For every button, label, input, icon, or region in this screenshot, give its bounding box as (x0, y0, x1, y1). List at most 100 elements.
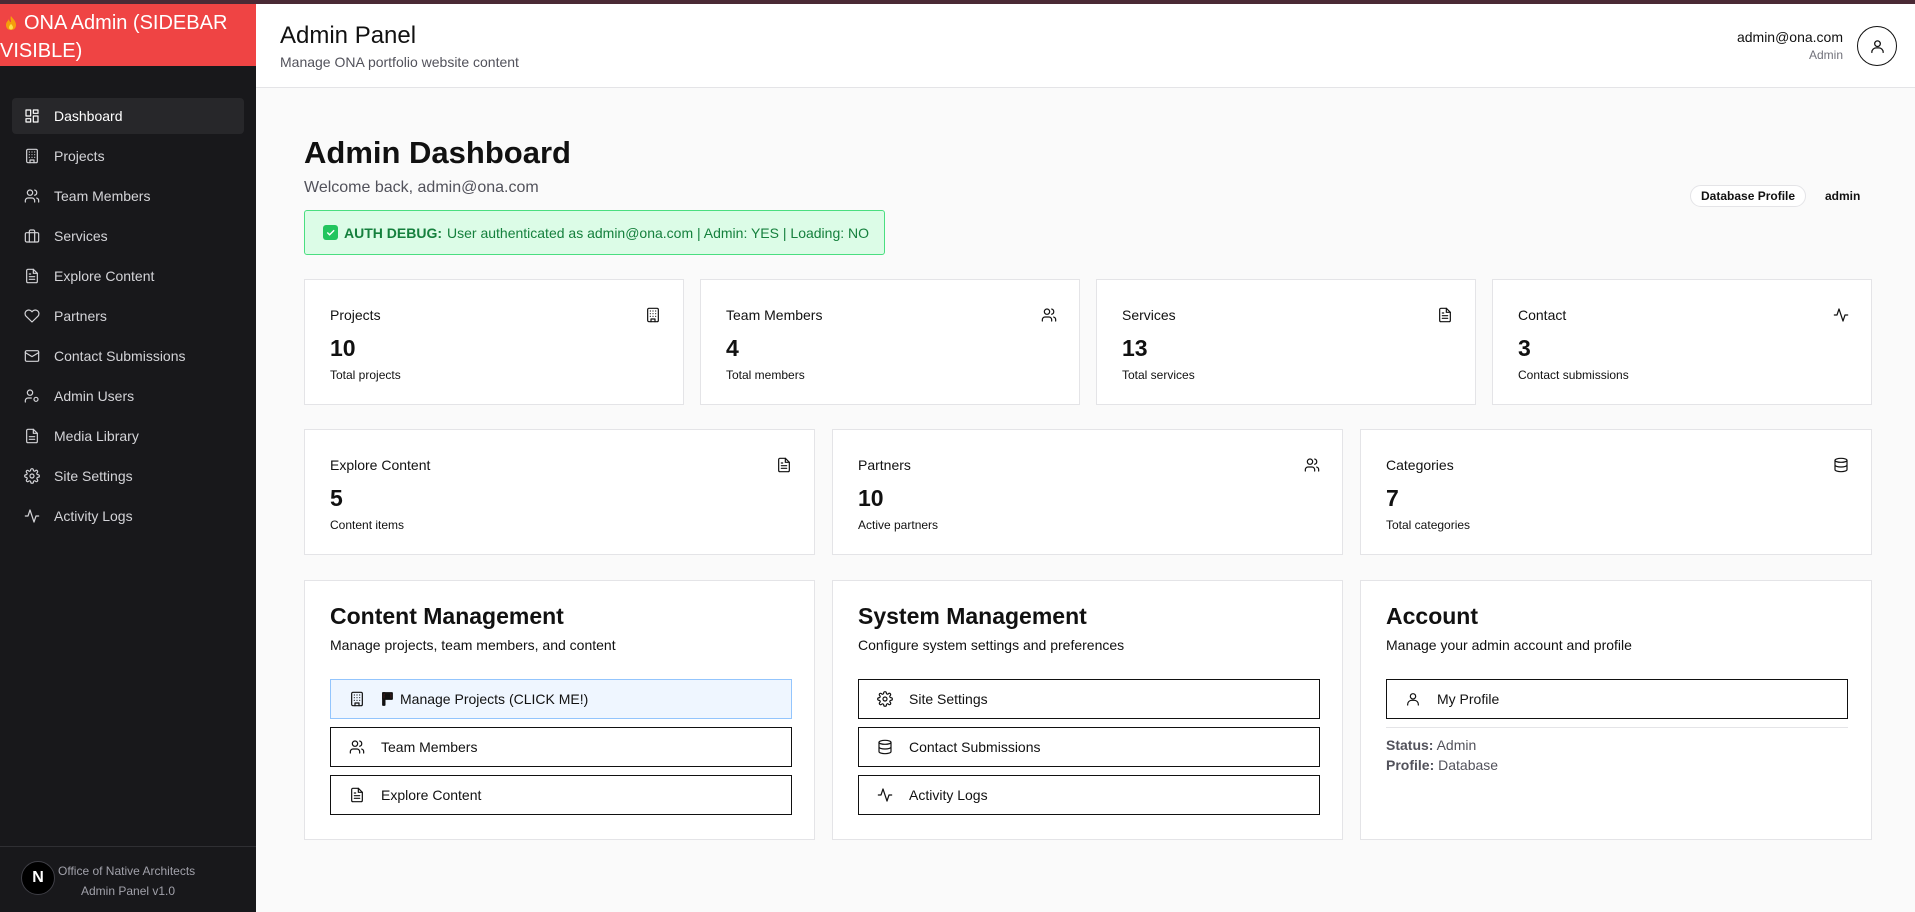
stat-description: Total members (726, 368, 805, 382)
button-label: Team Members (381, 739, 478, 755)
stat-description: Contact submissions (1518, 368, 1629, 382)
sidebar-item-admin-users[interactable]: Admin Users (12, 378, 244, 414)
sidebar-item-label: Projects (54, 148, 105, 164)
site-settings-button[interactable]: Site Settings (858, 679, 1320, 719)
stat-value: 5 (330, 485, 343, 511)
user-menu-button[interactable] (1857, 26, 1897, 66)
page-title: Admin Panel (280, 22, 417, 49)
sidebar-brand[interactable]: ONA Admin (SIDEBAR VISIBLE) (0, 4, 256, 66)
activity-icon (1833, 307, 1849, 323)
check-icon (323, 225, 338, 240)
welcome-text: Welcome back, admin@ona.com (304, 179, 539, 196)
profile-badge: Database Profile (1690, 185, 1807, 207)
sidebar-item-label: Team Members (54, 188, 151, 204)
stat-label: Team Members (726, 307, 823, 323)
activity-icon (877, 787, 893, 803)
button-label: Activity Logs (909, 787, 988, 803)
sidebar-item-explore-content[interactable]: Explore Content (12, 258, 244, 294)
sidebar-item-partners[interactable]: Partners (12, 298, 244, 334)
briefcase-icon (24, 228, 40, 244)
stat-label: Services (1122, 307, 1176, 323)
manage-projects-button[interactable]: Manage Projects (CLICK ME!) (330, 679, 792, 719)
sidebar-item-site-settings[interactable]: Site Settings (12, 458, 244, 494)
section-title: Account (1386, 603, 1478, 629)
stat-description: Total categories (1386, 518, 1471, 532)
stat-card-projects: Projects 10 Total projects (304, 279, 684, 405)
stat-label: Categories (1386, 457, 1454, 473)
sidebar-item-media-library[interactable]: Media Library (12, 418, 244, 454)
stat-card-explore-content: Explore Content 5 Content items (304, 429, 815, 555)
button-label: Contact Submissions (909, 739, 1041, 755)
nextjs-logo: N (21, 861, 55, 895)
activity-logs-button[interactable]: Activity Logs (858, 775, 1320, 815)
user-icon (1870, 39, 1884, 53)
stat-label: Explore Content (330, 457, 431, 473)
sidebar-item-label: Activity Logs (54, 508, 133, 524)
stat-card-partners: Partners 10 Active partners (832, 429, 1343, 555)
sidebar-item-dashboard[interactable]: Dashboard (12, 98, 244, 134)
file-icon (24, 428, 40, 444)
users-icon (1304, 457, 1320, 473)
team-members-button[interactable]: Team Members (330, 727, 792, 767)
top-accent-bar (0, 0, 1915, 4)
building-icon (349, 691, 365, 707)
database-icon (1833, 457, 1849, 473)
stat-card-services: Services 13 Total services (1096, 279, 1476, 405)
button-label: Manage Projects (CLICK ME!) (400, 691, 589, 707)
explore-content-button[interactable]: Explore Content (330, 775, 792, 815)
page-subtitle: Manage ONA portfolio website content (280, 54, 519, 70)
sidebar-item-label: Partners (54, 308, 107, 324)
activity-icon (24, 508, 40, 524)
sidebar-item-contact-submissions[interactable]: Contact Submissions (12, 338, 244, 374)
stat-card-team-members: Team Members 4 Total members (700, 279, 1080, 405)
stat-value: 3 (1518, 335, 1531, 361)
sidebar-item-team-members[interactable]: Team Members (12, 178, 244, 214)
section-subtitle: Manage projects, team members, and conte… (330, 637, 616, 653)
system-management-panel: System Management Configure system setti… (832, 580, 1343, 840)
sidebar-item-projects[interactable]: Projects (12, 138, 244, 174)
sidebar-item-label: Explore Content (54, 268, 155, 284)
stat-card-categories: Categories 7 Total categories (1360, 429, 1872, 555)
my-profile-button[interactable]: My Profile (1386, 679, 1848, 719)
sidebar-item-label: Site Settings (54, 468, 133, 484)
stat-value: 4 (726, 335, 739, 361)
gear-icon (24, 468, 40, 484)
sidebar-item-label: Admin Users (54, 388, 135, 404)
user-icon (1405, 691, 1421, 707)
status-value: Admin (1436, 737, 1477, 753)
heart-icon (24, 308, 40, 324)
database-icon (877, 739, 893, 755)
sidebar-item-label: Contact Submissions (54, 348, 186, 364)
top-header: Admin Panel Manage ONA portfolio website… (256, 4, 1915, 88)
account-status: Status: Admin (1386, 737, 1476, 753)
button-label: Explore Content (381, 787, 482, 803)
section-subtitle: Configure system settings and preference… (858, 637, 1125, 653)
stat-value: 13 (1122, 335, 1148, 361)
sidebar-footer: N Office of Native Architects Admin Pane… (0, 846, 256, 912)
flame-icon (6, 16, 16, 30)
stat-value: 10 (330, 335, 356, 361)
footer-version: Admin Panel v1.0 (81, 884, 176, 898)
button-label: My Profile (1437, 691, 1500, 707)
file-icon (349, 787, 365, 803)
button-label: Site Settings (909, 691, 988, 707)
sidebar-item-services[interactable]: Services (12, 218, 244, 254)
auth-debug-banner: AUTH DEBUG: User authenticated as admin@… (304, 210, 885, 255)
users-icon (349, 739, 365, 755)
stat-label: Contact (1518, 307, 1567, 323)
status-label: Status: (1386, 737, 1434, 753)
contact-submissions-button[interactable]: Contact Submissions (858, 727, 1320, 767)
stat-description: Content items (330, 518, 405, 532)
stat-card-contact: Contact 3 Contact submissions (1492, 279, 1872, 405)
sidebar-item-label: Services (54, 228, 108, 244)
sidebar-item-label: Dashboard (54, 108, 123, 124)
file-icon (776, 457, 792, 473)
sidebar-item-activity-logs[interactable]: Activity Logs (12, 498, 244, 534)
construction-emoji-icon (382, 692, 393, 706)
stat-value: 7 (1386, 485, 1399, 511)
dashboard-title: Admin Dashboard (304, 135, 571, 170)
section-title: Content Management (330, 603, 564, 629)
file-icon (1437, 307, 1453, 323)
debug-label: AUTH DEBUG: (344, 224, 442, 241)
sidebar-nav: Dashboard Projects Team Members Services… (12, 98, 244, 538)
